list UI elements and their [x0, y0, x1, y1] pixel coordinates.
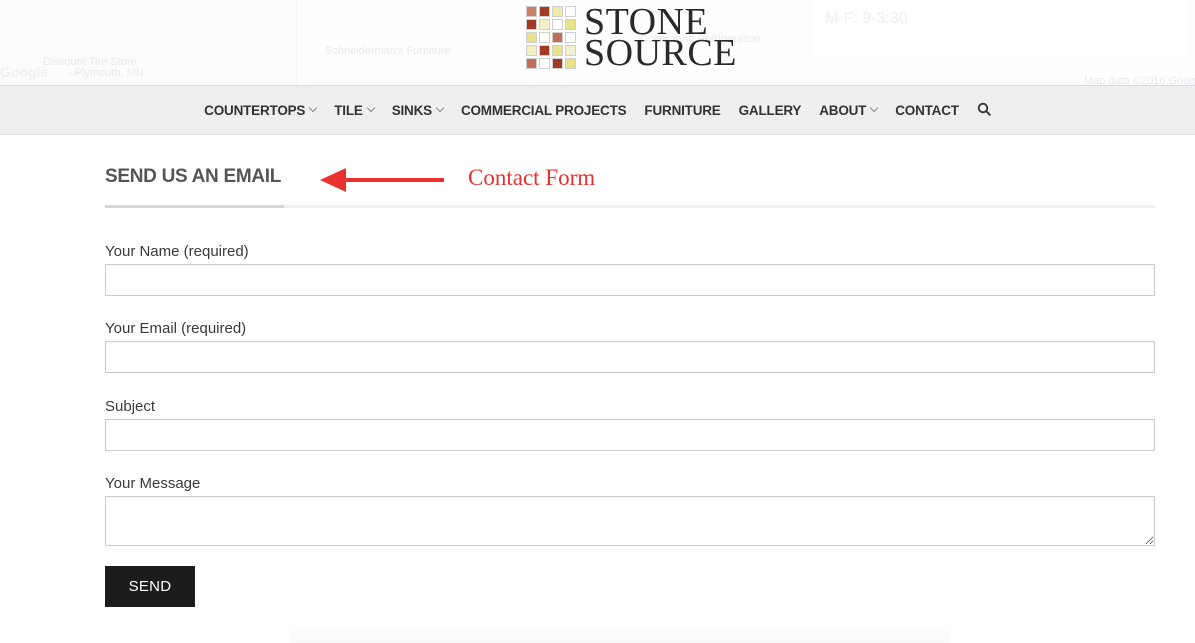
logo-tile: [552, 19, 563, 30]
nav-item-label: TILE: [334, 102, 363, 118]
logo-tile: [526, 32, 537, 43]
subject-field-label: Subject: [105, 398, 156, 415]
logo-tile: [565, 19, 576, 30]
logo-tile: [539, 19, 550, 30]
chevron-down-icon: [366, 103, 375, 113]
section-header: SEND US AN EMAIL: [105, 166, 1155, 210]
main-navigation: COUNTERTOPS TILE SINKS COMMERCIAL PROJEC…: [0, 85, 1195, 135]
name-input[interactable]: [105, 264, 1155, 296]
map-place-label: Schneiderman's Furniture: [325, 45, 451, 57]
nav-item-about[interactable]: ABOUT: [819, 102, 879, 118]
logo-tile: [565, 45, 576, 56]
name-field-group: Your Name (required): [105, 243, 1155, 320]
subject-field-group: Subject: [105, 398, 1155, 475]
chevron-down-icon: [435, 103, 445, 113]
logo-tile: [526, 6, 537, 17]
map-place-location: - Plymouth, MN: [68, 67, 144, 79]
logo-tile: [565, 58, 576, 69]
nav-item-commercial-projects[interactable]: COMMERCIAL PROJECTS: [460, 102, 627, 118]
nav-item-label: GALLERY: [738, 102, 802, 118]
nav-item-furniture[interactable]: FURNITURE: [644, 103, 720, 118]
logo-tile: [526, 45, 537, 56]
logo-text-line2: SOURCE: [584, 31, 737, 74]
logo-tile: [526, 19, 537, 30]
logo-tile: [552, 32, 563, 43]
name-field-label: Your Name (required): [105, 243, 249, 260]
email-input[interactable]: [105, 341, 1155, 373]
map-info-card: [810, 0, 1190, 58]
logo-tile: [539, 58, 550, 69]
contact-form: Your Name (required) Your Email (require…: [105, 243, 1155, 546]
email-field-label: Your Email (required): [105, 320, 247, 337]
nav-item-sinks[interactable]: SINKS: [391, 102, 445, 118]
nav-item-countertops[interactable]: COUNTERTOPS: [204, 102, 318, 118]
email-field-group: Your Email (required): [105, 320, 1155, 398]
annotation-label: Contact Form: [468, 165, 596, 190]
footer-shadow: [290, 620, 950, 643]
logo-tile: [565, 6, 576, 17]
message-textarea[interactable]: [105, 496, 1155, 546]
logo-tile: [539, 32, 550, 43]
logo-tile: [539, 6, 550, 17]
logo-tile: [552, 45, 563, 56]
message-field-label: Your Message: [105, 475, 201, 492]
map-hours-text: M-F: 9-3:30: [825, 10, 908, 27]
chevron-down-icon: [869, 103, 879, 113]
section-divider-accent: [105, 205, 284, 208]
site-logo[interactable]: STONE SOURCE: [526, 3, 737, 74]
search-button[interactable]: [977, 102, 993, 118]
nav-item-label: SINKS: [391, 102, 432, 118]
nav-item-label: COUNTERTOPS: [204, 102, 306, 118]
logo-tile: [539, 45, 550, 56]
nav-item-gallery[interactable]: GALLERY: [739, 103, 802, 118]
nav-item-contact[interactable]: CONTACT: [895, 103, 959, 118]
logo-tile: [552, 58, 563, 69]
nav-item-label: COMMERCIAL PROJECTS: [460, 102, 627, 118]
arrow-left-icon: [320, 168, 444, 192]
google-logo: Google: [0, 64, 49, 80]
logo-tile: [552, 6, 563, 17]
nav-item-tile[interactable]: TILE: [334, 102, 375, 118]
nav-item-label: CONTACT: [895, 102, 959, 118]
section-title: SEND US AN EMAIL: [105, 166, 282, 187]
nav-menu: COUNTERTOPS TILE SINKS COMMERCIAL PROJEC…: [204, 102, 993, 118]
logo-mosaic-icon: [526, 6, 576, 69]
message-field-group: Your Message: [105, 475, 1155, 546]
logo-tile: [526, 58, 537, 69]
search-icon: [977, 102, 991, 116]
logo-tile: [565, 32, 576, 43]
subject-input[interactable]: [105, 419, 1155, 451]
nav-item-label: FURNITURE: [644, 102, 721, 118]
logo-wordmark: STONE SOURCE: [584, 3, 737, 74]
chevron-down-icon: [308, 103, 318, 113]
send-button[interactable]: SEND: [105, 566, 195, 607]
nav-item-label: ABOUT: [819, 102, 867, 118]
